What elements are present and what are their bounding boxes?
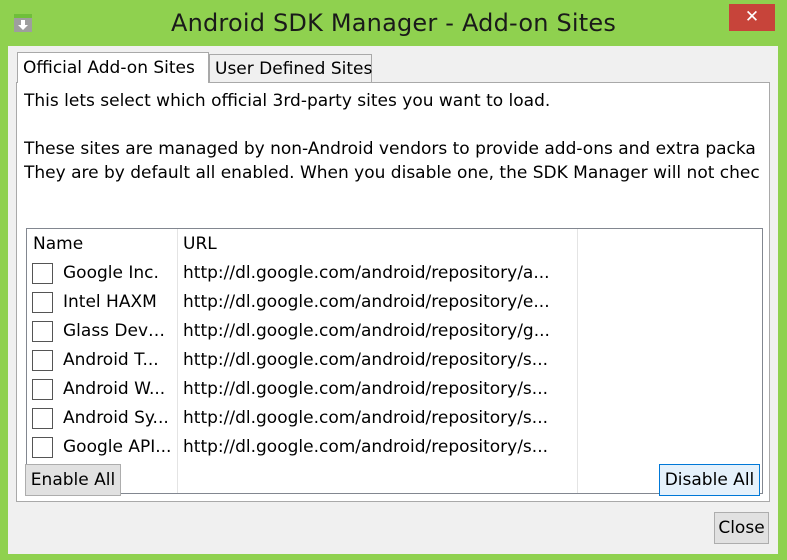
table-row[interactable]: Android Sy... http://dl.google.com/andro… <box>27 404 762 433</box>
close-button[interactable]: Close <box>714 512 769 544</box>
site-name-cell: Google API... <box>63 437 172 457</box>
tab-official-add-on-sites[interactable]: Official Add-on Sites <box>17 52 209 83</box>
tab-panel-official-sites: This lets select which official 3rd-part… <box>16 82 770 502</box>
description-line-3: They are by default all enabled. When yo… <box>24 163 760 183</box>
site-url-cell: http://dl.google.com/android/repository/… <box>183 321 550 341</box>
sites-table: Name URL Google Inc. http://dl.google.co… <box>26 228 763 494</box>
row-checkbox[interactable] <box>32 437 53 458</box>
site-url-cell: http://dl.google.com/android/repository/… <box>183 292 550 312</box>
row-checkbox[interactable] <box>32 263 53 284</box>
table-row[interactable]: Google API... http://dl.google.com/andro… <box>27 433 762 462</box>
title-bar[interactable]: Android SDK Manager - Add-on Sites ✕ <box>0 0 787 46</box>
site-url-cell: http://dl.google.com/android/repository/… <box>183 437 549 457</box>
row-checkbox[interactable] <box>32 321 53 342</box>
tab-user-defined-sites[interactable]: User Defined Sites <box>209 54 372 83</box>
site-url-cell: http://dl.google.com/android/repository/… <box>183 263 550 283</box>
site-url-cell: http://dl.google.com/android/repository/… <box>183 408 549 428</box>
dialog-body: Official Add-on Sites User Defined Sites… <box>8 46 778 554</box>
site-name-cell: Intel HAXM <box>63 292 157 312</box>
row-checkbox[interactable] <box>32 350 53 371</box>
table-row[interactable]: Glass Devel... http://dl.google.com/andr… <box>27 317 762 346</box>
description-line-2: These sites are managed by non-Android v… <box>24 139 756 159</box>
site-name-cell: Android T... <box>63 350 159 370</box>
table-row[interactable]: Google Inc. http://dl.google.com/android… <box>27 259 762 288</box>
row-checkbox[interactable] <box>32 408 53 429</box>
column-header-url[interactable]: URL <box>183 229 217 259</box>
row-checkbox[interactable] <box>32 379 53 400</box>
description-line-1: This lets select which official 3rd-part… <box>24 91 551 111</box>
site-name-cell: Google Inc. <box>63 263 159 283</box>
site-name-cell: Android W... <box>63 379 166 399</box>
table-row[interactable]: Android W... http://dl.google.com/androi… <box>27 375 762 404</box>
enable-all-button[interactable]: Enable All <box>25 464 121 496</box>
window-close-button[interactable]: ✕ <box>729 4 775 31</box>
table-row[interactable]: Android T... http://dl.google.com/androi… <box>27 346 762 375</box>
dialog-window: Android SDK Manager - Add-on Sites ✕ Off… <box>0 0 787 560</box>
table-row[interactable]: Intel HAXM http://dl.google.com/android/… <box>27 288 762 317</box>
site-url-cell: http://dl.google.com/android/repository/… <box>183 350 549 370</box>
close-icon: ✕ <box>744 7 760 27</box>
disable-all-button[interactable]: Disable All <box>659 464 760 496</box>
row-checkbox[interactable] <box>32 292 53 313</box>
site-url-cell: http://dl.google.com/android/repository/… <box>183 379 549 399</box>
window-title: Android SDK Manager - Add-on Sites <box>170 9 617 37</box>
site-name-cell: Android Sy... <box>63 408 169 428</box>
column-header-name[interactable]: Name <box>33 229 83 259</box>
site-name-cell: Glass Devel... <box>63 321 173 341</box>
